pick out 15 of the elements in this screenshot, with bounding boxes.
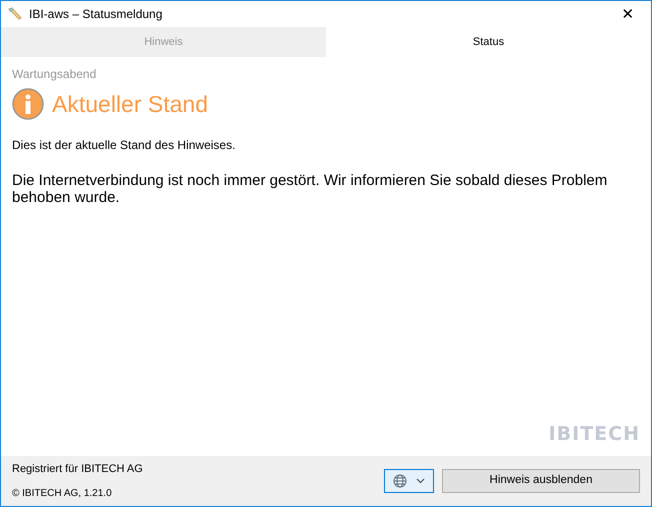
app-icon: [7, 6, 23, 22]
close-button[interactable]: ✕: [605, 1, 651, 27]
logo: IBITECH: [548, 422, 640, 446]
hide-notice-button[interactable]: Hinweis ausblenden: [442, 469, 640, 493]
language-dropdown[interactable]: [384, 469, 434, 493]
info-icon: [12, 88, 44, 120]
heading: Aktueller Stand: [52, 90, 208, 119]
message-text: Die Internetverbindung ist noch immer gestört. Wir informieren Sie sobald dieses Problem behoben wurde.: [12, 172, 608, 206]
window-title: IBI-aws – Statusmeldung: [29, 6, 162, 23]
category-label: Wartungsabend: [12, 66, 98, 83]
globe-icon: [393, 474, 408, 488]
chevron-down-icon: [416, 478, 425, 484]
copyright-text: © IBITECH AG, 1.21.0: [12, 486, 113, 501]
registration-text: Registriert für IBITECH AG: [12, 462, 143, 478]
intro-text: Dies ist der aktuelle Stand des Hinweises.: [12, 136, 236, 154]
